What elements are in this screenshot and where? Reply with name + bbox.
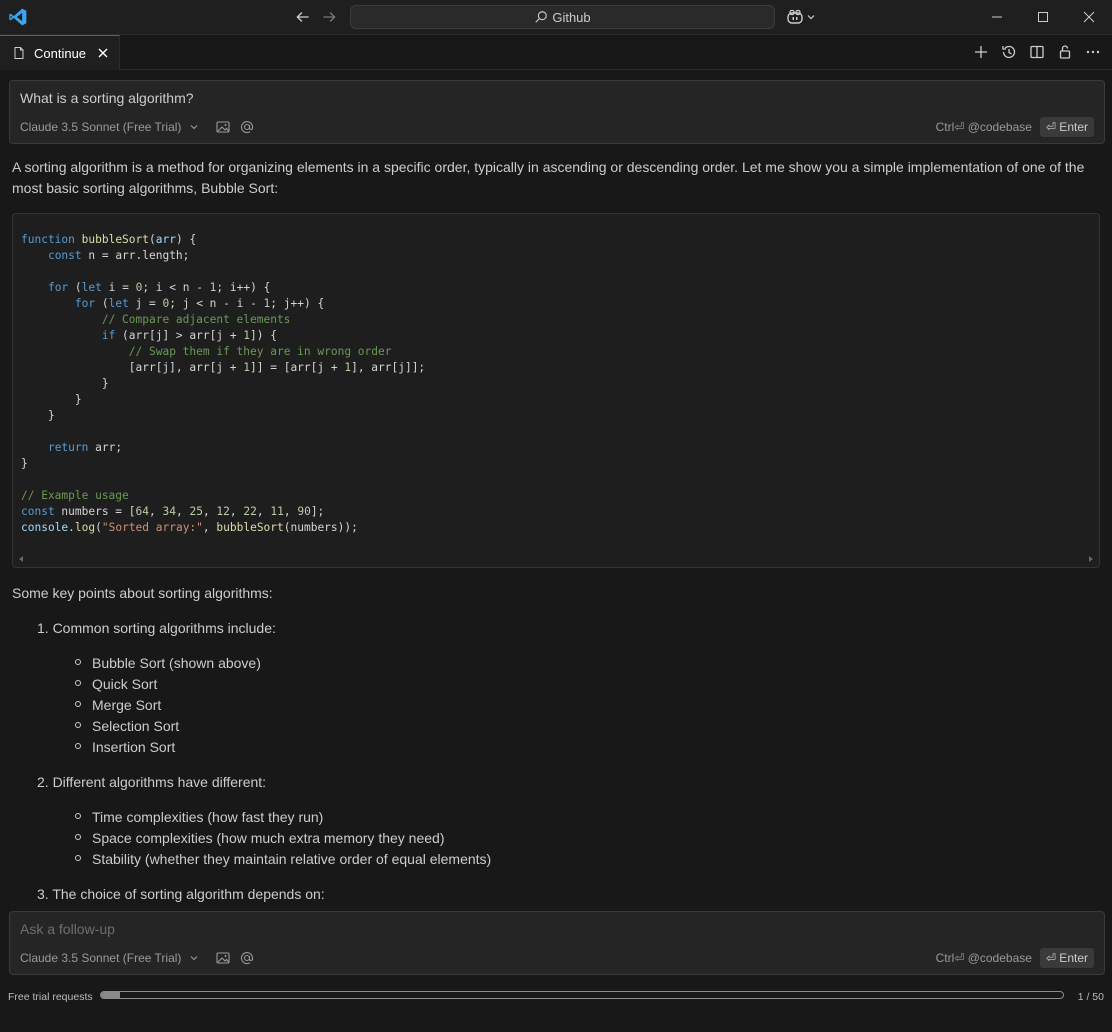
progress-fill [101, 992, 121, 998]
prompt-question: What is a sorting algorithm? [20, 90, 194, 106]
model-selector[interactable]: Claude 3.5 Sonnet (Free Trial) [20, 120, 181, 134]
bullet [75, 855, 81, 861]
copilot-icon [787, 9, 803, 24]
more-actions-button[interactable] [1084, 43, 1102, 61]
response-intro: A sorting algorithm is a method for orga… [12, 159, 1085, 196]
list-item: Bubble Sort (shown above) [92, 655, 261, 671]
at-mention-icon[interactable] [239, 950, 255, 966]
tab-label: Continue [34, 45, 87, 61]
chevron-down-icon [807, 15, 815, 20]
bullet [75, 680, 81, 686]
list-item: Time complexities (how fast they run) [92, 809, 324, 825]
copilot-menu-button[interactable] [786, 7, 820, 27]
split-icon [1030, 45, 1044, 59]
tab-continue[interactable]: Continue [0, 35, 120, 70]
list-item-2: 2. Different algorithms have different: [37, 774, 267, 790]
close-icon [1083, 11, 1095, 23]
plus-icon [975, 46, 987, 58]
free-trial-progress-bar [100, 991, 1064, 999]
search-label: Github [552, 9, 591, 25]
minimize-icon [992, 16, 1002, 18]
list-item: Quick Sort [92, 676, 158, 692]
codebase-shortcut[interactable]: Ctrl⏎ @codebase [936, 951, 1032, 965]
free-trial-count: 1 / 50 [1077, 991, 1104, 1003]
close-icon[interactable] [95, 45, 111, 61]
lock-icon [1059, 45, 1071, 59]
scroll-right-arrow[interactable] [1089, 556, 1093, 562]
model-selector[interactable]: Claude 3.5 Sonnet (Free Trial) [20, 951, 181, 965]
bottom-strip [0, 1007, 1112, 1032]
followup-input[interactable]: Ask a follow-up [20, 921, 115, 937]
at-mention-icon[interactable] [239, 119, 255, 135]
followup-input-box[interactable]: Ask a follow-up Claude 3.5 Sonnet (Free … [9, 911, 1105, 975]
codebase-shortcut[interactable]: Ctrl⏎ @codebase [936, 120, 1032, 134]
list-item-1: 1. Common sorting algorithms include: [37, 620, 276, 636]
list-item: Insertion Sort [92, 739, 176, 755]
list-item: Merge Sort [92, 697, 162, 713]
more-icon [1086, 50, 1100, 54]
list-item: Stability (whether they maintain relativ… [92, 851, 492, 867]
image-icon[interactable] [215, 950, 231, 966]
bullet [75, 701, 81, 707]
bullet [75, 722, 81, 728]
chevron-down-icon[interactable] [189, 953, 199, 963]
new-session-button[interactable] [972, 43, 990, 61]
image-icon[interactable] [215, 119, 231, 135]
list-item: Space complexities (how much extra memor… [92, 830, 445, 846]
tab-actions [972, 43, 1102, 61]
arrow-right-icon[interactable] [320, 8, 338, 26]
split-editor-button[interactable] [1028, 43, 1046, 61]
close-window-button[interactable] [1066, 0, 1112, 34]
prompt-input-box[interactable]: What is a sorting algorithm? Claude 3.5 … [9, 80, 1105, 144]
history-button[interactable] [1000, 43, 1018, 61]
bullet [75, 743, 81, 749]
maximize-button[interactable] [1020, 0, 1066, 34]
list-item: Selection Sort [92, 718, 180, 734]
chevron-down-icon[interactable] [189, 122, 199, 132]
title-bar: Github [0, 0, 1112, 35]
key-points-heading: Some key points about sorting algorithms… [12, 585, 273, 601]
free-trial-status-bar: Free trial requests 1 / 50 [0, 985, 1112, 1007]
lock-button[interactable] [1056, 43, 1074, 61]
editor-tab-bar: Continue [0, 35, 1112, 70]
bullet [75, 659, 81, 665]
minimize-button[interactable] [974, 0, 1020, 34]
bullet [75, 813, 81, 819]
maximize-icon [1038, 12, 1048, 22]
arrow-left-icon[interactable] [294, 8, 312, 26]
list-item-3: 3. The choice of sorting algorithm depen… [37, 886, 325, 902]
command-center-search[interactable]: Github [350, 5, 775, 29]
enter-button[interactable]: ⏎ Enter [1039, 948, 1094, 968]
free-trial-label: Free trial requests [8, 991, 93, 1003]
code-content: function bubbleSort(arr) { const n = arr… [21, 233, 426, 534]
enter-button[interactable]: ⏎ Enter [1039, 117, 1094, 137]
bullet [75, 834, 81, 840]
scroll-left-arrow[interactable] [19, 556, 23, 562]
file-icon [14, 47, 24, 59]
vscode-logo-icon[interactable] [8, 7, 28, 27]
history-icon [1002, 45, 1016, 59]
search-icon [535, 11, 548, 23]
code-block[interactable]: function bubbleSort(arr) { const n = arr… [12, 213, 1100, 568]
